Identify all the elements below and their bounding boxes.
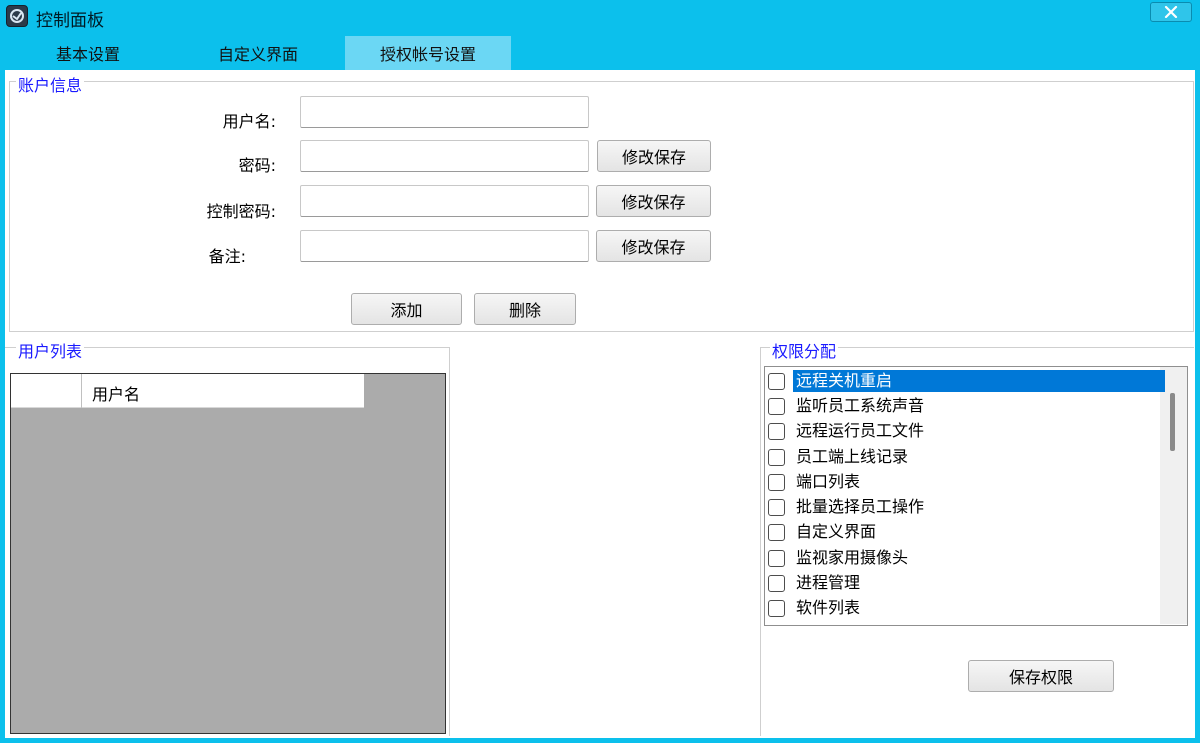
column-header-username[interactable]: 用户名	[92, 381, 140, 405]
username-label: 用户名:	[222, 112, 276, 131]
permission-item[interactable]: 监视家用摄像头	[768, 547, 911, 569]
scrollbar-thumb[interactable]	[1170, 393, 1175, 451]
permission-item[interactable]: 进程管理	[768, 572, 863, 594]
user-list-legend: 用户列表	[16, 338, 85, 362]
permission-item[interactable]: 软件列表	[768, 597, 863, 619]
permission-checkbox[interactable]	[768, 372, 785, 390]
permission-label: 监视家用摄像头	[796, 548, 909, 567]
permission-checkbox[interactable]	[768, 599, 785, 617]
account-group-border-left	[9, 81, 10, 331]
permission-checkbox[interactable]	[768, 574, 785, 592]
permission-item[interactable]: 端口列表	[768, 471, 863, 493]
remark-label: 备注:	[208, 247, 246, 266]
permission-checkbox[interactable]	[768, 473, 785, 491]
row-header-cell[interactable]	[11, 374, 82, 408]
permission-item[interactable]: 批量选择员工操作	[768, 496, 927, 518]
add-user-button[interactable]: 添加	[351, 293, 462, 325]
close-icon	[1164, 6, 1178, 18]
permission-checkbox[interactable]	[768, 397, 785, 415]
save-remark-button[interactable]: 修改保存	[596, 230, 711, 262]
permission-item[interactable]: 远程关机重启	[768, 370, 1165, 392]
permission-checkbox[interactable]	[768, 523, 785, 541]
save-password-button[interactable]: 修改保存	[597, 140, 711, 172]
user-list-group-border-right	[449, 347, 450, 736]
close-button[interactable]	[1150, 2, 1192, 22]
permissions-legend: 权限分配	[770, 338, 839, 362]
permission-label: 远程关机重启	[793, 370, 1165, 392]
permission-item[interactable]: 自定义界面	[768, 521, 879, 543]
account-info-legend: 账户信息	[16, 72, 85, 96]
permission-checkbox[interactable]	[768, 498, 785, 516]
tab-custom-ui[interactable]: 自定义界面	[175, 36, 341, 70]
permission-label: 员工端上线记录	[796, 447, 909, 466]
app-icon	[6, 5, 28, 27]
title-bar	[0, 0, 1200, 34]
permissions-group-border-left	[760, 347, 761, 736]
permission-label: 批量选择员工操作	[796, 497, 925, 516]
remark-input[interactable]	[300, 230, 589, 262]
permission-label: 进程管理	[796, 573, 861, 592]
control-password-input[interactable]	[300, 185, 589, 217]
permission-item[interactable]: 远程运行员工文件	[768, 420, 927, 442]
tab-auth-accounts[interactable]: 授权帐号设置	[345, 36, 511, 70]
password-label: 密码:	[238, 156, 276, 175]
app-logo-icon	[10, 9, 24, 23]
user-list-grid[interactable]	[10, 373, 446, 734]
save-permissions-button[interactable]: 保存权限	[968, 660, 1114, 692]
permission-label: 自定义界面	[796, 522, 877, 541]
permission-item[interactable]: 员工端上线记录	[768, 446, 911, 468]
permission-item[interactable]: 监听员工系统声音	[768, 395, 927, 417]
window-title: 控制面板	[36, 11, 104, 31]
password-input[interactable]	[300, 140, 589, 172]
account-group-border-bottom	[9, 331, 1194, 332]
save-control-password-button[interactable]: 修改保存	[596, 185, 711, 217]
permission-label: 远程运行员工文件	[796, 421, 925, 440]
permission-label: 监听员工系统声音	[796, 396, 925, 415]
control-password-label: 控制密码:	[206, 202, 276, 221]
account-group-border	[9, 81, 1193, 82]
permission-label: 软件列表	[796, 598, 861, 617]
account-group-border-right	[1193, 81, 1194, 331]
permission-label: 端口列表	[796, 472, 861, 491]
permission-checkbox[interactable]	[768, 422, 785, 440]
delete-user-button[interactable]: 删除	[474, 293, 576, 325]
permission-checkbox[interactable]	[768, 448, 785, 466]
tab-basic-settings[interactable]: 基本设置	[5, 36, 171, 70]
permission-checkbox[interactable]	[768, 549, 785, 567]
username-input[interactable]	[300, 96, 589, 128]
